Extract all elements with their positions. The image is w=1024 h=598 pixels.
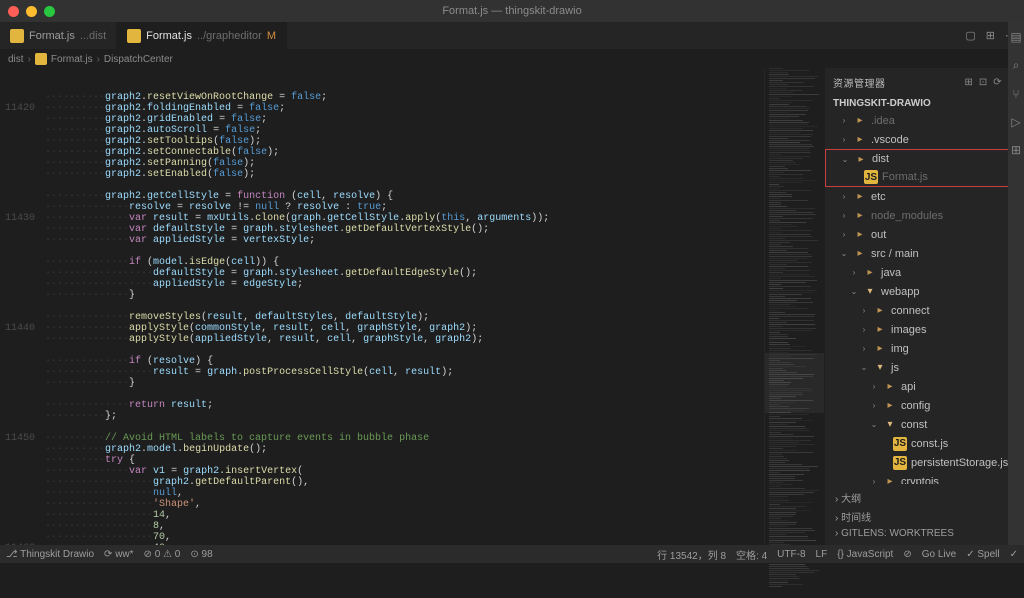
sync-سidebar-label[interactable]: ⟳ ww* [104,549,134,560]
tree-item-dist[interactable]: ⌄▸dist [825,149,1024,168]
close-icon[interactable] [8,6,19,17]
tree-item--idea[interactable]: ›▸.idea [825,111,1024,130]
main-area: 1142011430114401145011460 ··········grap… [0,68,1024,545]
compare-icon[interactable]: ▢ [965,29,975,42]
js-file-icon [35,53,47,65]
tab-label: Format.js [29,30,75,42]
tree-item-cryptojs[interactable]: ›▸cryptojs [825,472,1024,484]
tree-item-out[interactable]: ›▸out [825,225,1024,244]
explorer-title: 资源管理器 [833,75,886,90]
file-tree[interactable]: ›▸.idea›▸.vscode⌄▸distJSFormat.js›▸etc›▸… [825,111,1024,484]
maximize-icon[interactable] [44,6,55,17]
tree-item-src-main[interactable]: ⌄▸src / main [825,244,1024,263]
split-icon[interactable]: ⊞ [986,29,995,42]
explorer-sidebar: 资源管理器 ⊞ ⊡ ⟳ ⊟ THINGSKIT-DRAWIO ›▸.idea›▸… [824,68,1024,545]
minimize-icon[interactable] [26,6,37,17]
golive-status[interactable]: Go Live [922,549,956,560]
extensions-icon[interactable]: ⊞ [1011,143,1021,157]
window-title: Format.js — thingskit-drawio [442,5,581,17]
spell-status[interactable]: ✓ Spell [966,549,999,560]
breadcrumb[interactable]: dist › Format.js › DispatchCenter [0,50,1024,68]
tree-item-connect[interactable]: ›▸connect [825,301,1024,320]
eol-status[interactable]: LF [816,549,828,560]
tree-item-const[interactable]: ⌄▾const [825,415,1024,434]
lang-status[interactable]: {} JavaScript [837,549,893,560]
gitlens-section[interactable]: › GITLENS: WORKTREES [835,526,1014,541]
line-gutter: 1142011430114401145011460 [0,68,45,545]
activity-bar: ▤ ⌕ ⑂ ▷ ⊞ [1008,22,1024,545]
editor-tab-active[interactable]: Format.js ../grapheditor M [117,22,287,49]
breadcrumb-seg[interactable]: DispatchCenter [104,54,173,65]
tree-item-js[interactable]: ⌄▾js [825,358,1024,377]
files-icon[interactable]: ▤ [1010,30,1021,44]
tab-bar: Format.js ...dist Format.js ../graphedit… [0,22,1024,50]
tab-label: Format.js [146,30,192,42]
debug-icon[interactable]: ▷ [1011,115,1020,129]
scm-icon[interactable]: ⑂ [1012,87,1019,101]
sidebar-sections: › 大纲 › 时间线 › GITLENS: WORKTREES [825,484,1024,545]
tab-path: ...dist [80,30,106,42]
tree-item-persistentstorage-js[interactable]: JSpersistentStorage.js [825,453,1024,472]
new-file-icon[interactable]: ⊞ [964,77,972,88]
breadcrumb-seg[interactable]: dist [8,54,24,65]
timeline-section[interactable]: › 时间线 [835,507,1014,526]
tree-item-webapp[interactable]: ⌄▾webapp [825,282,1024,301]
refresh-icon[interactable]: ⟳ [993,77,1001,88]
explorer-header: 资源管理器 ⊞ ⊡ ⟳ ⊟ [825,68,1024,96]
status-bar: ⎇ Thingskit Drawio ⟳ ww* ⊘ 0 ⚠ 0 ⊙ 98 行 … [0,545,1024,563]
outline-section[interactable]: › 大纲 [835,488,1014,507]
minimap[interactable] [764,68,824,545]
tree-item-const-js[interactable]: JSconst.js [825,434,1024,453]
tree-item-format-js[interactable]: JSFormat.js [825,168,1024,187]
tree-item-java[interactable]: ›▸java [825,263,1024,282]
search-icon[interactable]: ⌕ [1013,58,1020,73]
branch-status[interactable]: ⎇ Thingskit Drawio [6,549,94,560]
minimap-viewport[interactable] [765,353,824,413]
tree-item-images[interactable]: ›▸images [825,320,1024,339]
feedback-status[interactable]: ⊙ 98 [190,549,212,560]
editor[interactable]: 1142011430114401145011460 ··········grap… [0,68,824,545]
modified-badge: M [267,30,276,42]
chevron-right-icon: › [28,54,31,65]
notif-icon[interactable]: ⊘ [903,549,911,560]
cursor-pos[interactable]: 行 13542，列 8 [657,547,726,562]
window-controls [8,6,55,17]
tree-item-img[interactable]: ›▸img [825,339,1024,358]
new-folder-icon[interactable]: ⊡ [979,77,987,88]
chevron-right-icon: › [97,54,100,65]
tree-item-etc[interactable]: ›▸etc [825,187,1024,206]
tree-item-api[interactable]: ›▸api [825,377,1024,396]
code-content[interactable]: ··········graph2.resetViewOnRootChange =… [45,68,764,545]
problems-status[interactable]: ⊘ 0 ⚠ 0 [144,549,181,560]
bell-icon[interactable]: ✓ [1010,549,1018,560]
js-file-icon [10,29,24,43]
project-name[interactable]: THINGSKIT-DRAWIO [825,96,1024,111]
tab-path: ../grapheditor [197,30,262,42]
indent-status[interactable]: 空格: 4 [736,547,767,562]
breadcrumb-seg[interactable]: Format.js [51,54,93,65]
tree-item-config[interactable]: ›▸config [825,396,1024,415]
editor-tab[interactable]: Format.js ...dist [0,22,117,49]
titlebar: Format.js — thingskit-drawio [0,0,1024,22]
tree-item--vscode[interactable]: ›▸.vscode [825,130,1024,149]
js-file-icon [127,29,141,43]
encoding-status[interactable]: UTF-8 [777,549,805,560]
tree-item-node-modules[interactable]: ›▸node_modules [825,206,1024,225]
